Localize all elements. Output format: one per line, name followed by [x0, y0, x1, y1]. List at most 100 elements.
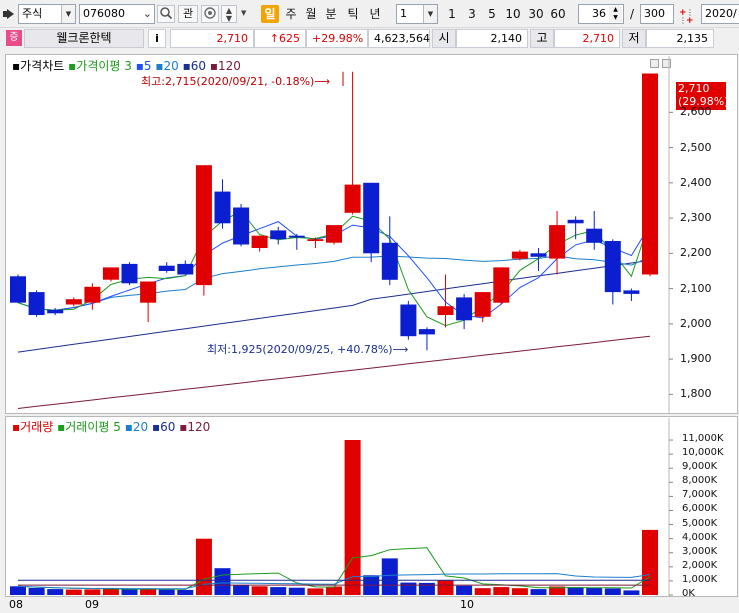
vlegend-ma120: 120 — [187, 420, 211, 434]
period-day-button[interactable]: 일 — [261, 5, 279, 23]
date-input[interactable]: 2020/ — [701, 4, 739, 24]
volume-chart-panel[interactable]: ▪거래량 ▪거래이평 5 ▪20 ▪60 ▪120 — [5, 416, 738, 597]
period-week-button[interactable]: 주 — [282, 5, 300, 23]
market-value: 주식 — [22, 7, 43, 20]
legend-ma120-marker: ▪ — [209, 59, 218, 73]
annotation-low: 최저:1,925(2020/09/25, +40.78%)⟶ — [207, 343, 409, 356]
quick-interval-10[interactable]: 10 — [503, 5, 523, 23]
price-legend: ▪가격차트 ▪가격이평 3 ▪5 ▪20 ▪60 ▪120 — [12, 59, 241, 73]
max-count-input[interactable]: 300 — [640, 4, 674, 24]
chart-window: 주식 ▼ 076080 ⌄ 관 ▲ ▼ ▼ 일 주 월 분 틱 년 1 ▼ 1 3… — [0, 0, 739, 613]
quote-bar: 증 웰크론한텍 i 2,710 ↑625 +29.98% 4,623,564 시… — [0, 28, 739, 49]
code-value: 076080 — [83, 7, 125, 20]
grip-icon — [3, 7, 15, 21]
price-y-tick: 2,000 — [680, 316, 712, 330]
market-select[interactable]: 주식 ▼ — [18, 4, 76, 24]
price-y-tick: 2,500 — [680, 140, 712, 154]
high-value: 2,710 — [554, 29, 620, 48]
updown-stepper-icon[interactable]: ▲ ▼ — [221, 5, 237, 23]
toolbar-dropdown-icon[interactable]: ▼ — [241, 9, 246, 17]
refresh-icon[interactable] — [201, 5, 219, 23]
legend-ma60-marker: ▪ — [182, 59, 191, 73]
price-y-tick: 2,300 — [680, 211, 712, 225]
vlegend-ma-marker: ▪ — [57, 420, 66, 434]
quick-interval-30[interactable]: 30 — [526, 5, 546, 23]
low-value: 2,135 — [646, 29, 714, 48]
volume-y-tick: 5,000K — [682, 517, 718, 529]
volume-y-tick: 6,000K — [682, 503, 718, 515]
legend-ma3: 3 — [124, 59, 132, 73]
stock-name[interactable]: 웰크론한텍 — [24, 29, 144, 48]
price-change-pct: +29.98% — [306, 29, 368, 48]
interval-value: 1 — [400, 7, 407, 20]
legend-ma5-marker: ▪ — [135, 59, 144, 73]
x-axis: 08 09 10 — [5, 597, 738, 613]
high-label: 고 — [530, 29, 554, 48]
price-y-tick: 2,100 — [680, 281, 712, 295]
price-y-tick: 2,400 — [680, 175, 712, 189]
count-stepper-icon[interactable]: ▲ ▼ — [609, 6, 622, 22]
period-tick-button[interactable]: 틱 — [344, 5, 362, 23]
price-y-tick: 1,800 — [680, 387, 712, 401]
price-change: ↑625 — [254, 29, 306, 48]
legend-ma60: 60 — [190, 59, 207, 73]
price-y-tick: 1,900 — [680, 352, 712, 366]
volume-y-tick: 7,000K — [682, 489, 718, 501]
price-chart-panel[interactable]: ▪가격차트 ▪가격이평 3 ▪5 ▪20 ▪60 ▪120 — [5, 54, 738, 414]
volume-y-tick: 1,000K — [682, 573, 718, 585]
annotation-high: 최고:2,715(2020/09/21, -0.18%)⟶ — [141, 75, 331, 88]
legend-ma5: 5 — [143, 59, 152, 73]
x-label-08: 08 — [9, 598, 23, 611]
legend-ma120: 120 — [218, 59, 241, 73]
panel-close-icon[interactable] — [662, 59, 671, 68]
volume-legend: ▪거래량 ▪거래이평 5 ▪20 ▪60 ▪120 — [12, 420, 210, 434]
legend-price-ma: 가격이평 — [76, 59, 121, 73]
legend-ma20: 20 — [163, 59, 179, 73]
volume-y-tick: 3,000K — [682, 545, 718, 557]
legend-volume-ma: 거래이평 — [65, 420, 110, 434]
quick-interval-60[interactable]: 60 — [548, 5, 568, 23]
x-label-10: 10 — [460, 598, 474, 611]
panel-minimize-icon[interactable] — [650, 59, 659, 68]
volume-y-tick: 2,000K — [682, 559, 718, 571]
open-label: 시 — [432, 29, 456, 48]
legend-main-marker: ▪ — [12, 59, 21, 73]
date-value: 2020/ — [705, 7, 737, 20]
period-year-button[interactable]: 년 — [366, 5, 384, 23]
interval-select[interactable]: 1 ▼ — [396, 4, 438, 24]
search-icon[interactable] — [157, 5, 175, 23]
max-count-value: 300 — [644, 7, 665, 20]
chevron-down-icon[interactable]: ▼ — [61, 5, 75, 23]
volume-y-tick: 10,000K — [682, 447, 724, 459]
vlegend-ma60: 60 — [160, 420, 176, 434]
info-icon[interactable]: i — [148, 29, 166, 48]
price-y-tick: 2,200 — [680, 246, 712, 260]
count-value: 36 — [592, 7, 606, 20]
interval-chevron-icon[interactable]: ▼ — [423, 5, 437, 23]
settings-plus-icon[interactable]: + ⋮ ⋮ + — [678, 6, 696, 26]
period-minute-button[interactable]: 분 — [322, 5, 340, 23]
volume-y-tick: 8,000K — [682, 475, 718, 487]
count-input[interactable]: 36 ▲ ▼ — [578, 4, 624, 24]
legend-volume: 거래량 — [20, 420, 54, 434]
volume-y-tick: 9,000K — [682, 461, 718, 473]
period-month-button[interactable]: 월 — [302, 5, 320, 23]
stock-badge: 증 — [6, 30, 22, 46]
code-dropdown-icon[interactable]: ⌄ — [143, 5, 152, 23]
watch-button[interactable]: 관 — [178, 5, 198, 23]
code-input[interactable]: 076080 ⌄ — [79, 4, 155, 24]
volume-value: 4,623,564 — [368, 29, 430, 48]
vlegend-ma5: 5 — [113, 420, 121, 434]
legend-ma20-marker: ▪ — [155, 59, 164, 73]
quick-interval-3[interactable]: 3 — [464, 5, 480, 23]
low-label: 저 — [622, 29, 646, 48]
quick-interval-1[interactable]: 1 — [444, 5, 460, 23]
volume-y-tick: 4,000K — [682, 531, 718, 543]
price-y-tick: 2,600 — [680, 105, 712, 119]
vlegend-ma20-marker: ▪ — [124, 420, 133, 434]
vlegend-main-marker: ▪ — [12, 420, 21, 434]
vlegend-ma20: 20 — [132, 420, 149, 434]
quick-interval-5[interactable]: 5 — [484, 5, 500, 23]
x-label-09: 09 — [85, 598, 99, 611]
vlegend-ma60-marker: ▪ — [151, 420, 161, 434]
